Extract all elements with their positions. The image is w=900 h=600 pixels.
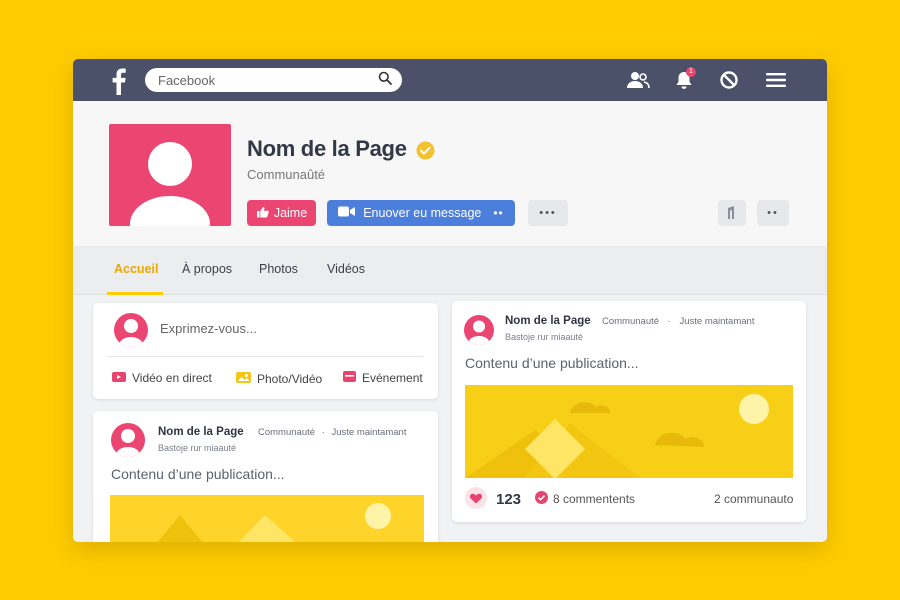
top-navigation-bar: 1 [73, 59, 827, 101]
search-bar[interactable] [145, 68, 402, 92]
post-author-name[interactable]: Nom de la Page [158, 426, 244, 438]
check-circle-icon [535, 491, 548, 507]
post-card: Nom de la Page Communauté · Juste mainta… [93, 411, 438, 542]
menu-hamburger-icon[interactable] [764, 69, 788, 91]
blocked-circle-icon[interactable] [717, 69, 741, 91]
likes-count: 123 [496, 491, 522, 508]
post-composer: Exprimez-vous... Vidéo en direct Photo/V… [93, 303, 438, 399]
post-author-name[interactable]: Nom de la Page [505, 315, 591, 327]
photo-icon [236, 371, 251, 386]
shares-count: 2 communauto [714, 492, 794, 506]
post-meta: Communauté · Juste maintamant [602, 316, 755, 327]
post-image[interactable] [110, 495, 424, 542]
send-message-button[interactable]: Enuover eu message •• [327, 200, 515, 226]
page-title: Nom de la Page [247, 136, 407, 161]
send-message-label: Enuover eu message [363, 206, 482, 220]
dots-icon: •• [767, 207, 779, 219]
more-options-button[interactable]: ••• [528, 200, 568, 226]
tab-photos[interactable]: Photos [259, 262, 298, 276]
notification-count-badge: 1 [686, 67, 696, 77]
likes-stat[interactable]: 123 [465, 487, 521, 512]
shop-button[interactable] [718, 200, 746, 226]
post-meta: Communauté · Juste maintamant [258, 427, 407, 438]
live-video-icon [112, 371, 126, 385]
page-tabs: Accueil À propos Photos Vidéos [73, 246, 827, 295]
search-input[interactable] [158, 72, 378, 88]
notifications-bell-icon[interactable]: 1 [672, 67, 696, 91]
post-timestamp[interactable]: Juste maintamant [331, 427, 406, 438]
post-card: Nom de la Page Communauté · Juste mainta… [452, 301, 806, 522]
event-label: Evénement [362, 371, 423, 385]
composer-avatar [114, 313, 148, 347]
post-author-avatar[interactable] [464, 315, 494, 345]
profile-picture-avatar[interactable] [109, 124, 231, 226]
post-content: Contenu d’une publication... [111, 466, 285, 482]
photo-video-label: Photo/Vidéo [257, 371, 323, 386]
post-author-avatar[interactable] [111, 423, 145, 457]
photo-video-action[interactable]: Photo/Vidéo [236, 371, 322, 386]
post-image[interactable] [465, 385, 793, 478]
active-tab-indicator [107, 292, 163, 295]
tab-home[interactable]: Accueil [114, 262, 158, 276]
tab-videos[interactable]: Vidéos [327, 262, 365, 276]
ellipsis-icon: ••• [539, 207, 557, 219]
secondary-more-button[interactable]: •• [757, 200, 789, 226]
live-video-label: Vidéo en direct [132, 371, 212, 385]
friends-icon[interactable] [627, 69, 651, 91]
search-icon[interactable] [378, 71, 392, 90]
live-video-action[interactable]: Vidéo en direct [112, 371, 212, 385]
divider [108, 356, 423, 357]
post-content: Contenu d’une publication... [465, 355, 639, 371]
post-subtitle: Bastoje rur miaauté [158, 443, 237, 453]
shares-stat[interactable]: 2 communauto [714, 492, 793, 506]
like-button[interactable]: Jaime [247, 200, 316, 226]
page-category: Communaûté [247, 167, 326, 182]
composer-input[interactable]: Exprimez-vous... [160, 321, 257, 336]
flag-icon [726, 205, 738, 222]
comments-count: 8 commentents [553, 492, 636, 506]
calendar-icon [343, 371, 356, 385]
facebook-logo-icon[interactable] [107, 67, 129, 95]
like-button-label: Jaime [273, 206, 308, 220]
post-subtitle: Bastoje rur miaauté [505, 332, 584, 342]
verified-badge-icon [416, 141, 435, 160]
heart-icon [465, 487, 487, 512]
event-action[interactable]: Evénement [343, 371, 423, 385]
video-camera-icon [338, 206, 356, 220]
more-dots-icon: •• [493, 206, 504, 220]
page-header: Nom de la Page Communaûté Jaime Enuover … [73, 101, 827, 246]
post-timestamp[interactable]: Juste maintamant [679, 316, 754, 327]
like-icon [256, 206, 269, 221]
browser-window: 1 Nom de la Page [73, 59, 827, 542]
tab-about[interactable]: À propos [182, 262, 232, 276]
comments-stat[interactable]: 8 commentents [535, 491, 635, 507]
